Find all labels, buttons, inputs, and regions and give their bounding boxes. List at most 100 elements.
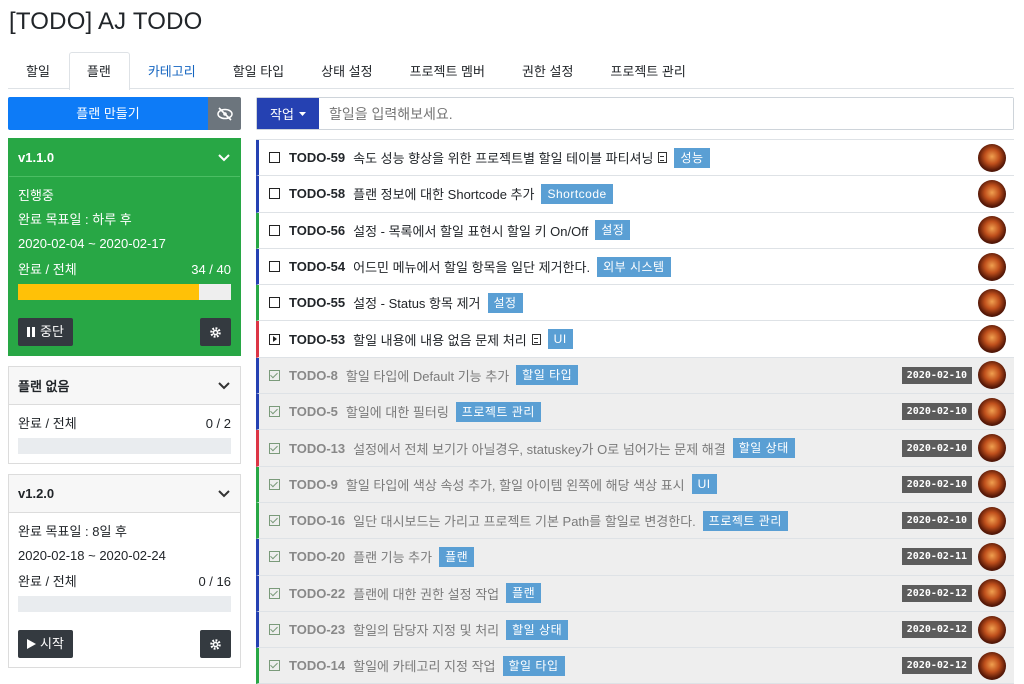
avatar[interactable] xyxy=(978,325,1006,354)
todo-key[interactable]: TODO-53 xyxy=(289,332,345,347)
tab-plan[interactable]: 플랜 xyxy=(68,52,130,90)
todo-checkbox[interactable] xyxy=(269,369,280,381)
todo-checkbox[interactable] xyxy=(269,515,280,527)
closed-date-badge: 2020-02-10 xyxy=(901,366,972,384)
todo-item[interactable]: TODO-9 할일 타입에 색상 속성 추가, 할일 아이템 왼쪽에 해당 색상 … xyxy=(256,466,1014,503)
todo-key[interactable]: TODO-5 xyxy=(289,404,338,419)
todo-item[interactable]: TODO-13 설정에서 전체 보기가 아닐경우, statuskey가 O로 넘… xyxy=(256,430,1014,467)
play-checkbox[interactable] xyxy=(269,333,280,345)
todo-text[interactable]: 설정 - Status 항목 제거 xyxy=(353,293,480,312)
todo-checkbox[interactable] xyxy=(269,442,280,454)
start-plan-button[interactable]: 시작 xyxy=(18,630,73,658)
plan-card-none: 플랜 없음 완료 / 전체 0 / 2 xyxy=(8,366,241,464)
todo-key[interactable]: TODO-55 xyxy=(289,295,345,310)
stop-plan-button[interactable]: 중단 xyxy=(18,318,73,346)
todo-text[interactable]: 설정 - 목록에서 할일 표현시 할일 키 On/Off xyxy=(353,221,588,240)
todo-checkbox[interactable] xyxy=(269,261,280,273)
todo-text[interactable]: 할일 타입에 Default 기능 추가 xyxy=(346,366,509,385)
avatar[interactable] xyxy=(978,216,1006,245)
todo-key[interactable]: TODO-22 xyxy=(289,586,345,601)
plan-settings-button[interactable] xyxy=(200,318,231,346)
tab-permission-settings[interactable]: 권한 설정 xyxy=(504,52,592,89)
avatar[interactable] xyxy=(978,397,1006,426)
todo-item[interactable]: TODO-5 할일에 대한 필터링 프로젝트 관리 2020-02-10 xyxy=(256,394,1014,431)
tab-project-members[interactable]: 프로젝트 멤버 xyxy=(392,52,504,89)
todo-input-bar: 작업 xyxy=(256,97,1014,130)
todo-checkbox[interactable] xyxy=(269,660,280,672)
todo-item[interactable]: TODO-59 속도 성능 향상을 위한 프로젝트별 할일 테이블 파티셔닝 성능 xyxy=(256,140,1014,177)
todo-checkbox[interactable] xyxy=(269,152,280,164)
todo-key[interactable]: TODO-9 xyxy=(289,477,338,492)
todo-text[interactable]: 플랜에 대한 권한 설정 작업 xyxy=(353,584,499,603)
progress-fill xyxy=(18,284,200,300)
hide-plans-button[interactable] xyxy=(208,97,241,130)
avatar[interactable] xyxy=(978,579,1006,608)
tab-todo[interactable]: 할일 xyxy=(8,52,69,89)
todo-input[interactable] xyxy=(319,98,1013,129)
todo-item[interactable]: TODO-20 플랜 기능 추가 플랜 2020-02-11 xyxy=(256,539,1014,576)
todo-item[interactable]: TODO-55 설정 - Status 항목 제거 설정 xyxy=(256,285,1014,322)
todo-key[interactable]: TODO-58 xyxy=(289,186,345,201)
tab-project-management[interactable]: 프로젝트 관리 xyxy=(592,52,704,89)
avatar[interactable] xyxy=(978,470,1006,499)
closed-date-badge: 2020-02-10 xyxy=(901,475,972,493)
chevron-down-icon[interactable] xyxy=(217,381,231,391)
todo-item[interactable]: TODO-22 플랜에 대한 권한 설정 작업 플랜 2020-02-12 xyxy=(256,575,1014,612)
avatar[interactable] xyxy=(978,434,1006,463)
todo-item[interactable]: TODO-23 할일의 담당자 지정 및 처리 할일 상태 2020-02-12 xyxy=(256,611,1014,649)
todo-item[interactable]: TODO-8 할일 타입에 Default 기능 추가 할일 타입 2020-02-1… xyxy=(256,357,1014,395)
todo-checkbox[interactable] xyxy=(269,297,280,309)
todo-text[interactable]: 할일 타입에 색상 속성 추가, 할일 아이템 왼쪽에 해당 색상 표시 xyxy=(346,475,685,494)
todo-key[interactable]: TODO-14 xyxy=(289,658,345,673)
tab-todo-type[interactable]: 할일 타입 xyxy=(215,52,303,89)
chevron-down-icon[interactable] xyxy=(217,153,231,163)
todo-item[interactable]: TODO-54 어드민 메뉴에서 할일 항목을 일단 제거한다. 외부 시스템 xyxy=(256,248,1014,286)
todo-item[interactable]: TODO-16 일단 대시보드는 가리고 프로젝트 기본 Path를 할일로 변경… xyxy=(256,502,1014,540)
plan-settings-button[interactable] xyxy=(200,630,231,658)
todo-text[interactable]: 할일의 담당자 지정 및 처리 xyxy=(353,620,499,639)
tab-category[interactable]: 카테고리 xyxy=(130,52,215,89)
todo-key[interactable]: TODO-13 xyxy=(289,441,345,456)
todo-text[interactable]: 플랜 정보에 대한 Shortcode 추가 xyxy=(353,184,534,203)
tab-status-settings[interactable]: 상태 설정 xyxy=(303,52,391,89)
todo-item[interactable]: TODO-56 설정 - 목록에서 할일 표현시 할일 키 On/Off 설정 xyxy=(256,212,1014,249)
todo-key[interactable]: TODO-54 xyxy=(289,259,345,274)
todo-key[interactable]: TODO-56 xyxy=(289,223,345,238)
avatar[interactable] xyxy=(978,651,1006,680)
plan-target: 완료 목표일 : 8일 후 xyxy=(18,524,128,539)
chevron-down-icon[interactable] xyxy=(217,489,231,499)
todo-key[interactable]: TODO-20 xyxy=(289,549,345,564)
todo-checkbox[interactable] xyxy=(269,406,280,418)
todo-text[interactable]: 할일에 대한 필터링 xyxy=(346,402,449,421)
todo-checkbox[interactable] xyxy=(269,224,280,236)
avatar[interactable] xyxy=(978,143,1006,172)
todo-checkbox[interactable] xyxy=(269,624,280,635)
work-type-dropdown[interactable]: 작업 xyxy=(257,98,319,129)
avatar[interactable] xyxy=(978,542,1006,571)
todo-key[interactable]: TODO-59 xyxy=(289,150,345,165)
avatar[interactable] xyxy=(978,252,1006,281)
todo-checkbox[interactable] xyxy=(269,188,280,200)
todo-tag: 프로젝트 관리 xyxy=(455,401,541,422)
avatar[interactable] xyxy=(978,615,1006,644)
todo-text[interactable]: 할일 내용에 내용 없음 문제 처리 xyxy=(353,330,527,349)
todo-checkbox[interactable] xyxy=(269,551,280,563)
avatar[interactable] xyxy=(978,361,1006,390)
todo-text[interactable]: 어드민 메뉴에서 할일 항목을 일단 제거한다. xyxy=(353,257,590,276)
todo-text[interactable]: 일단 대시보드는 가리고 프로젝트 기본 Path를 할일로 변경한다. xyxy=(353,511,696,530)
make-plan-button[interactable]: 플랜 만들기 xyxy=(8,97,208,130)
todo-item[interactable]: TODO-53 할일 내용에 내용 없음 문제 처리 UI xyxy=(256,321,1014,358)
todo-key[interactable]: TODO-23 xyxy=(289,622,345,637)
todo-text[interactable]: 설정에서 전체 보기가 아닐경우, statuskey가 O로 넘어가는 문제 … xyxy=(353,439,726,458)
todo-text[interactable]: 속도 성능 향상을 위한 프로젝트별 할일 테이블 파티셔닝 xyxy=(353,148,653,167)
todo-key[interactable]: TODO-16 xyxy=(289,513,345,528)
avatar[interactable] xyxy=(978,288,1006,317)
avatar[interactable] xyxy=(978,179,1006,208)
todo-text[interactable]: 할일에 카테고리 지정 작업 xyxy=(353,656,495,675)
avatar[interactable] xyxy=(978,506,1006,535)
todo-checkbox[interactable] xyxy=(269,587,280,599)
todo-item[interactable]: TODO-58 플랜 정보에 대한 Shortcode 추가 Shortcode xyxy=(256,176,1014,213)
todo-checkbox[interactable] xyxy=(269,478,280,490)
todo-text[interactable]: 플랜 기능 추가 xyxy=(353,547,432,566)
todo-key[interactable]: TODO-8 xyxy=(289,368,338,383)
